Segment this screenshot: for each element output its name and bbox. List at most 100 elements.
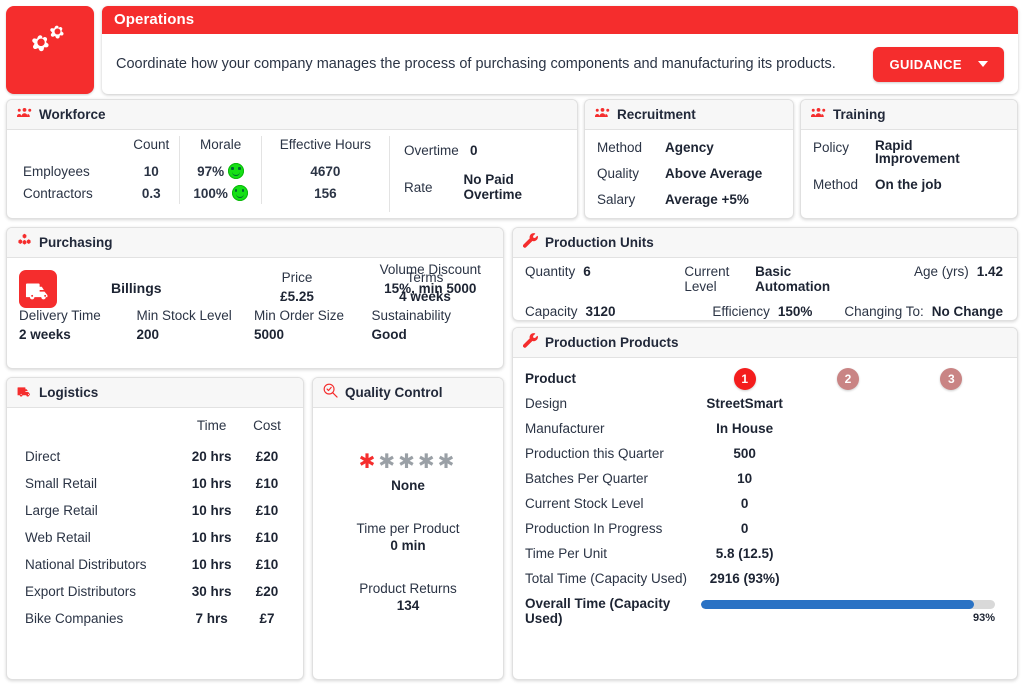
users-icon: [17, 105, 32, 123]
contractors-count: 0.3: [141, 185, 161, 201]
col-cost: Cost: [253, 418, 281, 433]
purchasing-min-stock: Min Stock Level 200: [137, 308, 255, 344]
purchasing-sustainability-label: Sustainability: [371, 308, 452, 323]
purchasing-card: Purchasing Billings Price £5.25 Terms 4 …: [6, 227, 504, 369]
production-units-card-header: Production Units: [513, 228, 1017, 258]
table-row: Large Retail 10 hrs £10: [19, 497, 291, 524]
training-row-policy: Policy Rapid Improvement: [813, 139, 1005, 166]
quality-time-label: Time per Product: [356, 521, 460, 536]
logistics-channel-5: Export Distributors: [25, 584, 137, 599]
users-icon: [595, 105, 610, 123]
page-description: Coordinate how your company manages the …: [116, 56, 836, 72]
overtime-value: 0: [470, 143, 478, 158]
quality-time-value: 0 min: [390, 538, 426, 553]
logistics-time-1: 10 hrs: [191, 476, 232, 491]
page-header: Operations Coordinate how your company m…: [6, 6, 1018, 94]
purchasing-min-order: Min Order Size 5000: [254, 308, 372, 344]
pp-stock-label: Current Stock Level: [525, 496, 644, 511]
logistics-cost-6: £7: [259, 611, 275, 626]
logistics-cost-2: £10: [255, 503, 279, 518]
purchasing-volume-discount-value: 15%, min 5000: [384, 281, 477, 296]
product-badge-1-number: 1: [733, 367, 756, 390]
table-row: Contractors 0.3 100% 156: [19, 182, 389, 204]
product-badge-3[interactable]: 3: [900, 367, 1003, 390]
logistics-channel-4: National Distributors: [25, 557, 147, 572]
quality-control-card-header: Quality Control: [313, 378, 503, 408]
training-method-label: Method: [813, 176, 859, 192]
purchasing-min-stock-value: 200: [136, 327, 160, 342]
pu-capacity-label: Capacity: [525, 304, 578, 319]
logistics-time-4: 10 hrs: [191, 557, 232, 572]
star-icon-empty-3: ✱: [398, 451, 418, 473]
overtime-label: Overtime: [404, 143, 459, 158]
pu-quantity: Quantity 6: [525, 264, 684, 294]
quality-returns-label: Product Returns: [359, 581, 457, 596]
pp-total-time-value-3: [900, 574, 1003, 584]
logistics-channel-6: Bike Companies: [25, 611, 124, 626]
supplier-tile[interactable]: [19, 270, 105, 308]
pp-manufacturer-value-1: In House: [716, 421, 774, 436]
pu-current-level-value: Basic Automation: [755, 264, 831, 294]
training-row-method: Method On the job: [813, 177, 1005, 192]
pp-manufacturer-value-3: [900, 424, 1003, 434]
purchasing-delivery-time-label: Delivery Time: [19, 308, 101, 323]
col-effective-hours: Effective Hours: [260, 136, 389, 160]
product-badge-2[interactable]: 2: [796, 367, 899, 390]
quality-rating-label: None: [391, 478, 425, 493]
employees-morale-value: 97%: [197, 163, 225, 179]
product-badge-1[interactable]: 1: [693, 367, 796, 390]
logistics-channel-1: Small Retail: [25, 476, 98, 491]
table-row: Small Retail 10 hrs £10: [19, 470, 291, 497]
training-card: Training Policy Rapid Improvement Method…: [800, 99, 1018, 219]
purchasing-price: Price £5.25: [233, 270, 361, 306]
row-label-employees: Employees: [23, 163, 90, 179]
purchasing-sustainability-value: Good: [371, 327, 407, 342]
recruitment-row-salary: Salary Average +5%: [597, 192, 781, 207]
purchasing-volume-discount: Volume Discount 15%, min 5000: [372, 262, 490, 298]
pu-quantity-value: 6: [583, 264, 591, 279]
product-badge-2-number: 2: [836, 367, 859, 390]
purchasing-card-header: Purchasing: [7, 228, 503, 258]
production-products-card-title: Production Products: [545, 334, 679, 350]
progress-track: [701, 600, 995, 609]
logistics-cost-1: £10: [255, 476, 279, 491]
contractors-morale-value: 100%: [193, 185, 228, 201]
pp-production-quarter-value-1: 500: [733, 446, 756, 461]
quality-rating-stars: ✱✱✱✱✱: [359, 452, 458, 472]
pu-changing-to-label: Changing To:: [844, 304, 924, 319]
col-count: Count: [133, 137, 170, 152]
logistics-channel-0: Direct: [25, 449, 61, 464]
table-row: Export Distributors 30 hrs £20: [19, 578, 291, 605]
production-products-card-header: Production Products: [513, 328, 1017, 358]
workforce-card: Workforce Count Morale Effective Hours E…: [6, 99, 578, 219]
pp-production-quarter-value-3: [900, 449, 1003, 459]
purchasing-volume-discount-label: Volume Discount: [379, 262, 481, 277]
purchasing-min-order-label: Min Order Size: [254, 308, 345, 323]
wrench-icon: [522, 333, 538, 351]
logistics-time-0: 20 hrs: [191, 449, 232, 464]
pp-batches-value-1: 10: [737, 471, 753, 486]
production-products-card: Production Products Product 1 2 3 Design…: [512, 327, 1018, 680]
table-row: Bike Companies 7 hrs £7: [19, 605, 291, 632]
pp-stock-value-3: [900, 499, 1003, 509]
app-logo: [6, 6, 94, 94]
pu-changing-to-value: No Change: [931, 304, 1003, 319]
pp-in-progress-label: Production In Progress: [525, 521, 663, 536]
star-icon-empty-2: ✱: [378, 451, 399, 473]
pp-production-quarter-value-2: [796, 449, 899, 459]
col-blank: [19, 136, 123, 160]
guidance-button[interactable]: GUIDANCE: [873, 46, 1004, 82]
supplier-name: Billings: [111, 280, 162, 296]
workforce-card-header: Workforce: [7, 100, 577, 130]
guidance-button-label: GUIDANCE: [889, 56, 962, 72]
pu-age-value: 1.42: [976, 264, 1003, 279]
chevron-down-icon: [978, 61, 988, 67]
pp-manufacturer-value-2: [796, 424, 899, 434]
truck-icon: [17, 383, 32, 401]
row-label-contractors: Contractors: [23, 185, 93, 201]
logistics-time-2: 10 hrs: [191, 503, 232, 518]
pp-design-value-1: StreetSmart: [706, 396, 783, 411]
pp-total-time-label: Total Time (Capacity Used): [525, 571, 688, 586]
pp-batches-value-2: [796, 474, 899, 484]
col-morale: Morale: [179, 136, 262, 160]
